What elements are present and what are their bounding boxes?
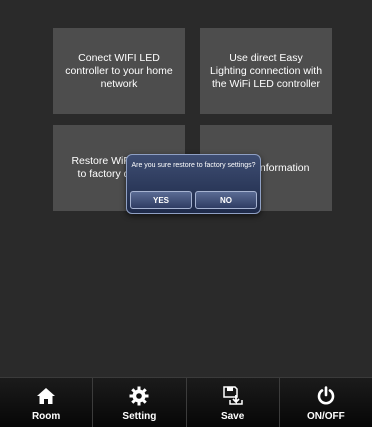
no-button[interactable]: NO [195,191,257,209]
nav-onoff-label: ON/OFF [306,411,345,422]
nav-save[interactable]: Save [187,378,280,427]
app-screen: Conect WIFI LED controller to your home … [0,0,372,427]
bottom-navbar: Room Setting Save ON/OFF [0,377,372,427]
nav-setting[interactable]: Setting [93,378,187,427]
nav-room[interactable]: Room [0,378,94,427]
save-icon [222,385,244,407]
yes-button[interactable]: YES [130,191,192,209]
restore-confirm-dialog: Are you sure restore to factory settings… [126,154,261,214]
nav-save-label: Save [220,411,245,422]
nav-onoff[interactable]: ON/OFF [280,378,372,427]
home-icon [36,385,56,407]
nav-room-label: Room [31,411,61,422]
dialog-message: Are you sure restore to factory settings… [131,162,256,169]
tile-label: Use direct Easy Lighting connection with… [209,51,323,90]
power-icon [316,385,336,407]
gear-icon [129,385,149,407]
tile-label: Conect WIFI LED controller to your home … [65,51,173,90]
connect-home-network-tile[interactable]: Conect WIFI LED controller to your home … [53,28,185,114]
direct-connection-tile[interactable]: Use direct Easy Lighting connection with… [200,28,332,114]
nav-setting-label: Setting [122,411,157,422]
